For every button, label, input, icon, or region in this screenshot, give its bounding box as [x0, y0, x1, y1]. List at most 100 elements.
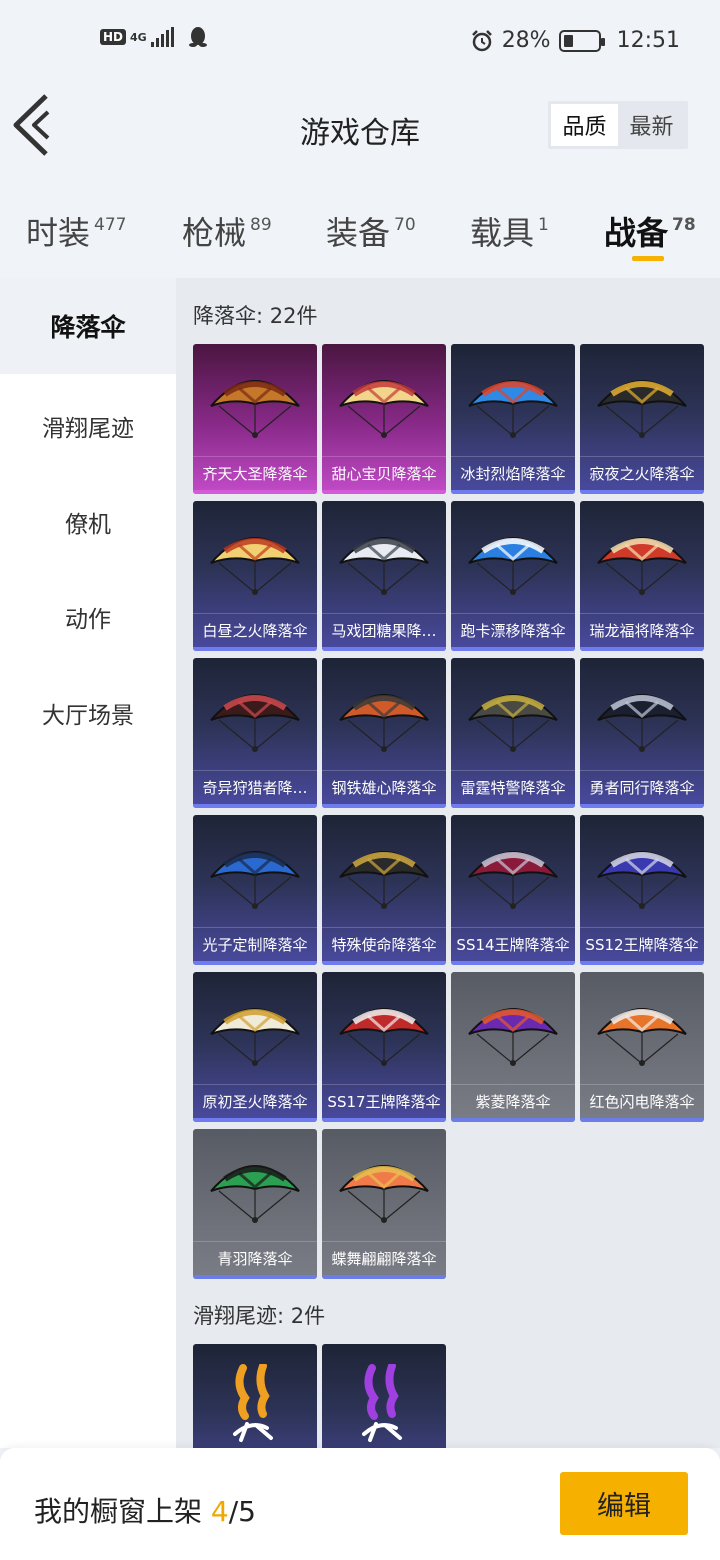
tab-count: 89	[250, 215, 272, 235]
parachute-item-card[interactable]: 甜心宝贝降落伞	[322, 344, 446, 494]
sort-quality-option[interactable]: 品质	[551, 104, 618, 146]
tab-label: 载具	[470, 214, 535, 252]
parachute-item-card[interactable]: 雷霆特警降落伞	[451, 658, 575, 808]
item-name: 寂夜之火降落伞	[580, 456, 704, 490]
parachute-icon	[468, 851, 558, 909]
parachute-item-card[interactable]: 瑞龙福将降落伞	[580, 501, 704, 651]
rarity-bar	[451, 1118, 575, 1122]
parachute-item-card[interactable]: 勇者同行降落伞	[580, 658, 704, 808]
category-tabs: 时装 477 枪械 89 装备 70 载具 1 战备 78	[0, 196, 720, 266]
showcase-total: /5	[228, 1495, 256, 1528]
bottom-bar: 我的橱窗上架 4/5 编辑	[0, 1448, 720, 1560]
item-name: 白昼之火降落伞	[193, 613, 317, 647]
tab-outfits[interactable]: 时装 477	[26, 208, 126, 254]
signal-icon	[150, 27, 174, 47]
tab-count: 78	[672, 215, 696, 235]
parachute-icon	[339, 1008, 429, 1066]
parachute-item-card[interactable]: 寂夜之火降落伞	[580, 344, 704, 494]
item-name: 冰封烈焰降落伞	[451, 456, 575, 490]
parachute-icon	[468, 380, 558, 438]
sidebar-item-emote[interactable]: 动作	[0, 569, 176, 665]
active-tab-indicator	[632, 256, 664, 261]
parachute-item-card[interactable]: 特殊使命降落伞	[322, 815, 446, 965]
parachute-item-card[interactable]: 奇异狩猎者降…	[193, 658, 317, 808]
rarity-bar	[193, 804, 317, 808]
rarity-bar	[451, 804, 575, 808]
tab-label: 装备	[326, 214, 391, 252]
rarity-bar	[193, 490, 317, 494]
rarity-bar	[322, 804, 446, 808]
parachute-item-card[interactable]: 红色闪电降落伞	[580, 972, 704, 1122]
sidebar-item-glide-trail[interactable]: 滑翔尾迹	[0, 378, 176, 474]
item-grid-area[interactable]: 降落伞: 22件齐天大圣降落伞 甜心宝贝降落伞 冰封烈焰降落伞 寂夜之火降落伞白昼之火…	[176, 278, 720, 1448]
item-name: 蝶舞翩翩降落伞	[322, 1241, 446, 1275]
network-type-label: 4G	[130, 30, 147, 44]
parachute-item-card[interactable]: 紫菱降落伞	[451, 972, 575, 1122]
rarity-bar	[451, 490, 575, 494]
rarity-bar	[322, 490, 446, 494]
parachute-icon	[597, 851, 687, 909]
showcase-status: 我的橱窗上架 4/5	[34, 1490, 256, 1530]
parachute-item-card[interactable]: SS17王牌降落伞	[322, 972, 446, 1122]
parachute-icon	[597, 694, 687, 752]
glide-trail-item-card[interactable]	[193, 1344, 317, 1448]
edit-button[interactable]: 编辑	[560, 1472, 688, 1535]
sidebar-item-parachute[interactable]: 降落伞	[0, 278, 176, 374]
showcase-count: 4	[210, 1495, 229, 1528]
sort-newest-option[interactable]: 最新	[618, 104, 685, 146]
parachute-icon	[339, 380, 429, 438]
item-name: 光子定制降落伞	[193, 927, 317, 961]
section-title: 降落伞: 22件	[193, 304, 318, 328]
qq-penguin-icon	[188, 27, 207, 47]
parachute-item-card[interactable]: 光子定制降落伞	[193, 815, 317, 965]
parachute-item-card[interactable]: 跑卡漂移降落伞	[451, 501, 575, 651]
parachute-icon	[339, 537, 429, 595]
parachute-item-card[interactable]: 马戏团糖果降…	[322, 501, 446, 651]
parachute-icon	[210, 1165, 300, 1223]
parachute-item-card[interactable]: 齐天大圣降落伞	[193, 344, 317, 494]
parachute-icon	[339, 851, 429, 909]
parachute-icon	[210, 851, 300, 909]
parachute-icon	[339, 694, 429, 752]
rarity-bar	[193, 647, 317, 651]
parachute-item-card[interactable]: SS12王牌降落伞	[580, 815, 704, 965]
rarity-bar	[580, 647, 704, 651]
parachute-item-card[interactable]: 冰封烈焰降落伞	[451, 344, 575, 494]
parachute-item-card[interactable]: 原初圣火降落伞	[193, 972, 317, 1122]
status-right: 28% 12:51	[470, 28, 680, 53]
sort-toggle: 品质 最新	[548, 101, 688, 149]
tab-equipment[interactable]: 装备 70	[326, 208, 416, 254]
parachute-item-card[interactable]: 青羽降落伞	[193, 1129, 317, 1279]
parachute-item-card[interactable]: SS14王牌降落伞	[451, 815, 575, 965]
item-name: 甜心宝贝降落伞	[322, 456, 446, 490]
sidebar-item-lobby-scene[interactable]: 大厅场景	[0, 665, 176, 761]
rarity-bar	[580, 1118, 704, 1122]
rarity-bar	[193, 1118, 317, 1122]
rarity-bar	[451, 647, 575, 651]
battery-icon	[558, 29, 605, 52]
tab-count: 70	[394, 215, 416, 235]
parachute-item-card[interactable]: 蝶舞翩翩降落伞	[322, 1129, 446, 1279]
parachute-icon	[210, 694, 300, 752]
tab-tactical-gear[interactable]: 战备 78	[604, 208, 696, 254]
parachute-item-card[interactable]: 白昼之火降落伞	[193, 501, 317, 651]
tab-vehicles[interactable]: 载具 1	[470, 208, 549, 254]
tab-label: 时装	[26, 214, 91, 252]
parachute-item-card[interactable]: 钢铁雄心降落伞	[322, 658, 446, 808]
tab-label: 枪械	[182, 214, 247, 252]
item-name: 雷霆特警降落伞	[451, 770, 575, 804]
tab-count: 1	[538, 215, 549, 235]
status-bar: HD 4G 28% 12:51	[0, 0, 720, 84]
rarity-bar	[580, 490, 704, 494]
item-name: 钢铁雄心降落伞	[322, 770, 446, 804]
item-name: 瑞龙福将降落伞	[580, 613, 704, 647]
sidebar-item-wingman[interactable]: 僚机	[0, 474, 176, 570]
glide-trail-item-card[interactable]	[322, 1344, 446, 1448]
parachute-icon	[597, 1008, 687, 1066]
item-name: 红色闪电降落伞	[580, 1084, 704, 1118]
header: 游戏仓库 品质 最新	[0, 84, 720, 174]
parachute-icon	[468, 537, 558, 595]
parachute-icon	[210, 537, 300, 595]
tab-weapons[interactable]: 枪械 89	[182, 208, 272, 254]
glide-trail-icon	[233, 1364, 273, 1442]
